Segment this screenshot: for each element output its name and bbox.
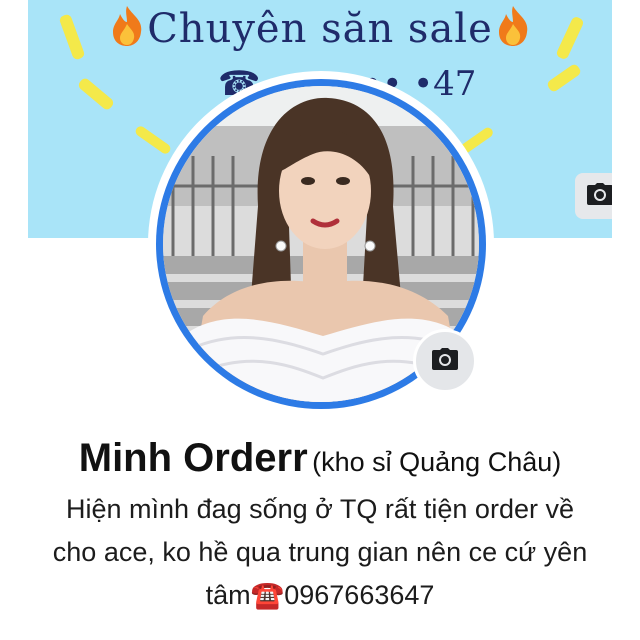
fire-icon — [493, 4, 533, 48]
fire-icon — [107, 4, 147, 48]
bio-phone-number: 0967663647 — [284, 580, 435, 610]
bio-line: Hiện mình đag sống ở TQ rất tiện order v… — [66, 494, 574, 524]
profile-name: Minh Orderr — [78, 436, 308, 480]
camera-icon — [586, 182, 612, 211]
telephone-icon: ☎️ — [250, 580, 285, 610]
bio-line: tâm☎️0967663647 — [20, 574, 620, 617]
cover-title: Chuyên săn sale — [28, 4, 612, 52]
edit-cover-photo-button[interactable] — [575, 173, 612, 219]
cover-decoration — [545, 62, 583, 94]
bio-line: cho ace, ko hề qua trung gian nên ce cứ … — [52, 537, 588, 567]
camera-icon — [431, 347, 459, 376]
bio-text: tâm — [205, 580, 251, 610]
cover-decoration — [133, 124, 173, 156]
profile-alternate-name: (kho sỉ Quảng Châu) — [312, 447, 562, 477]
profile-bio: Hiện mình đag sống ở TQ rất tiện order v… — [20, 488, 620, 617]
edit-profile-picture-button[interactable] — [413, 329, 477, 393]
cover-decoration — [76, 76, 116, 112]
profile-name-line: Minh Orderr (kho sỉ Quảng Châu) — [0, 436, 640, 481]
cover-title-text: Chuyên săn sale — [147, 6, 493, 52]
